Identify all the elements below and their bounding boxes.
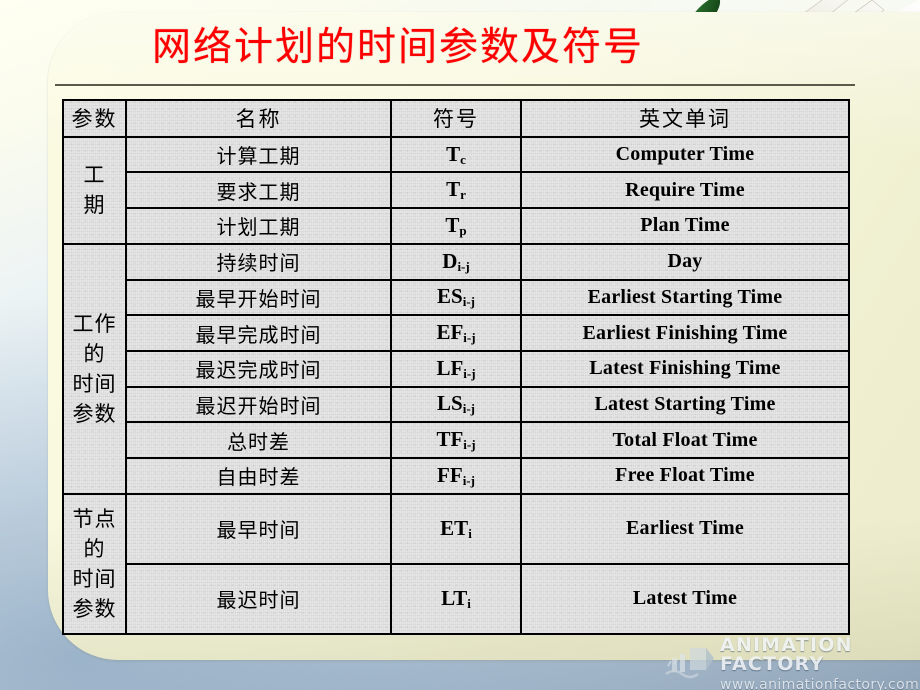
row-name: 自由时差 (125, 456, 392, 495)
row-english: Plan Time (520, 207, 850, 245)
table-row: 要求工期 Tr Require Time (63, 171, 850, 210)
table-row: 自由时差 FFi-j Free Float Time (63, 456, 850, 495)
row-english: Day (520, 242, 850, 281)
row-name: 最迟开始时间 (125, 385, 392, 424)
table-row: 节点的时间 参数 最早时间 ETi Earliest Time (62, 492, 850, 636)
symbol-base: LS (437, 391, 463, 416)
page-title: 网络计划的时间参数及符号 (151, 25, 644, 70)
row-name: 最早完成时间 (125, 314, 392, 352)
row-english: Earliest Time (520, 492, 850, 565)
symbol-subscript: i-j (462, 401, 475, 417)
row-english: Latest Finishing Time (520, 349, 850, 388)
table-row: 计划工期 Tp Plan Time (63, 207, 850, 245)
symbol-base: T (446, 141, 461, 166)
table-row: 最迟时间 LTi Latest Time (63, 562, 850, 636)
row-english: Require Time (520, 171, 850, 210)
symbol-subscript: c (460, 151, 466, 167)
symbol-base: LT (441, 585, 468, 610)
table-header-row: 参数 名称 符号 英文单词 (62, 99, 850, 138)
symbol-base: LF (436, 355, 464, 380)
row-english: Total Float Time (520, 421, 850, 459)
table-row: 总时差 TFi-j Total Float Time (63, 421, 850, 459)
row-name: 最早开始时间 (125, 278, 392, 317)
table-row: 工期计算工期 Tc Computer Time (62, 135, 850, 245)
symbol-subscript: i-j (457, 258, 470, 274)
row-symbol: ETi (390, 492, 522, 565)
group-label-line: 参数 (72, 596, 117, 621)
symbol-base: EF (436, 320, 464, 344)
title-divider (55, 84, 855, 86)
row-name: 要求工期 (125, 171, 392, 210)
group-label-0: 工期 (62, 135, 127, 245)
group-label-line: 节点 (72, 506, 117, 531)
row-name: 总时差 (125, 421, 392, 459)
row-symbol: Di-j (390, 242, 522, 281)
column-header-3: 英文单词 (520, 99, 850, 138)
row-english: Latest Time (520, 562, 850, 636)
row-english: Earliest Finishing Time (520, 314, 850, 352)
symbol-base: D (442, 248, 458, 273)
row-symbol: FFi-j (390, 456, 522, 495)
group-label-line: 的 (83, 536, 106, 561)
symbol-subscript: i-j (462, 472, 475, 488)
slide-canvas: 网络计划的时间参数及符号 参数 名称 符号 英文单词工期计算工期 Tc Computer … (0, 0, 920, 690)
column-header-0: 参数 (62, 99, 127, 138)
symbol-base: ET (440, 515, 469, 540)
row-name: 计算工期 (125, 135, 392, 174)
row-name: 持续时间 (125, 242, 392, 281)
row-symbol: EFi-j (390, 314, 522, 352)
symbol-subscript: i (468, 525, 472, 541)
row-name: 计划工期 (125, 207, 392, 245)
symbol-subscript: i-j (463, 330, 476, 345)
parameter-table: 参数 名称 符号 英文单词工期计算工期 Tc Computer Time 要求工期 Tr Req… (62, 99, 850, 636)
symbol-subscript: i (467, 595, 471, 611)
row-symbol: Tp (390, 207, 522, 245)
symbol-subscript: i-j (463, 365, 476, 381)
parameter-table-container: 参数 名称 符号 英文单词工期计算工期 Tc Computer Time 要求工期 Tr Req… (62, 99, 850, 636)
table-row: 最迟开始时间 LSi-j Latest Starting Time (63, 385, 850, 424)
column-header-1: 名称 (125, 99, 392, 138)
group-label-line: 时间 (72, 566, 117, 591)
row-name: 最迟时间 (125, 562, 392, 636)
row-name: 最迟完成时间 (125, 349, 392, 388)
symbol-subscript: i-j (462, 294, 475, 310)
row-symbol: TFi-j (390, 421, 522, 459)
symbol-subscript: r (460, 187, 466, 203)
table-row: 最早开始时间 ESi-j Earliest Starting Time (63, 278, 850, 317)
symbol-subscript: i-j (463, 437, 476, 453)
table-row: 工作的时间 参数 持续时间 Di-j Day (62, 242, 850, 495)
group-label-line: 期 (83, 193, 106, 218)
group-label-line: 的 (83, 341, 106, 366)
row-symbol: Tr (390, 171, 522, 210)
symbol-base: TF (436, 427, 464, 452)
row-name: 最早时间 (125, 492, 392, 565)
watermark-url: www.animationfactory.com (720, 677, 920, 690)
row-symbol: Tc (390, 135, 522, 174)
row-symbol: LSi-j (390, 385, 522, 424)
symbol-base: T (446, 177, 461, 202)
row-english: Earliest Starting Time (520, 278, 850, 317)
group-label-2: 节点的时间 参数 (62, 492, 127, 636)
group-label-line: 时间 (72, 371, 117, 396)
symbol-base: ES (437, 284, 463, 309)
group-label-line: 工 (83, 163, 106, 188)
row-symbol: LTi (390, 562, 522, 636)
symbol-base: T (445, 212, 460, 237)
row-english: Latest Starting Time (520, 385, 850, 424)
column-header-2: 符号 (390, 99, 522, 138)
row-symbol: LFi-j (390, 349, 522, 388)
row-symbol: ESi-j (390, 278, 522, 317)
group-label-line: 工作 (72, 311, 117, 336)
group-label-1: 工作的时间 参数 (62, 242, 127, 495)
row-english: Computer Time (520, 135, 850, 174)
table-row: 最迟完成时间 LFi-j Latest Finishing Time (63, 349, 850, 388)
row-english: Free Float Time (520, 456, 850, 495)
group-label-line: 参数 (72, 401, 117, 426)
table-row: 最早完成时间 EFi-j Earliest Finishing Time (63, 314, 850, 352)
symbol-base: FF (437, 462, 463, 487)
symbol-subscript: p (459, 222, 467, 238)
